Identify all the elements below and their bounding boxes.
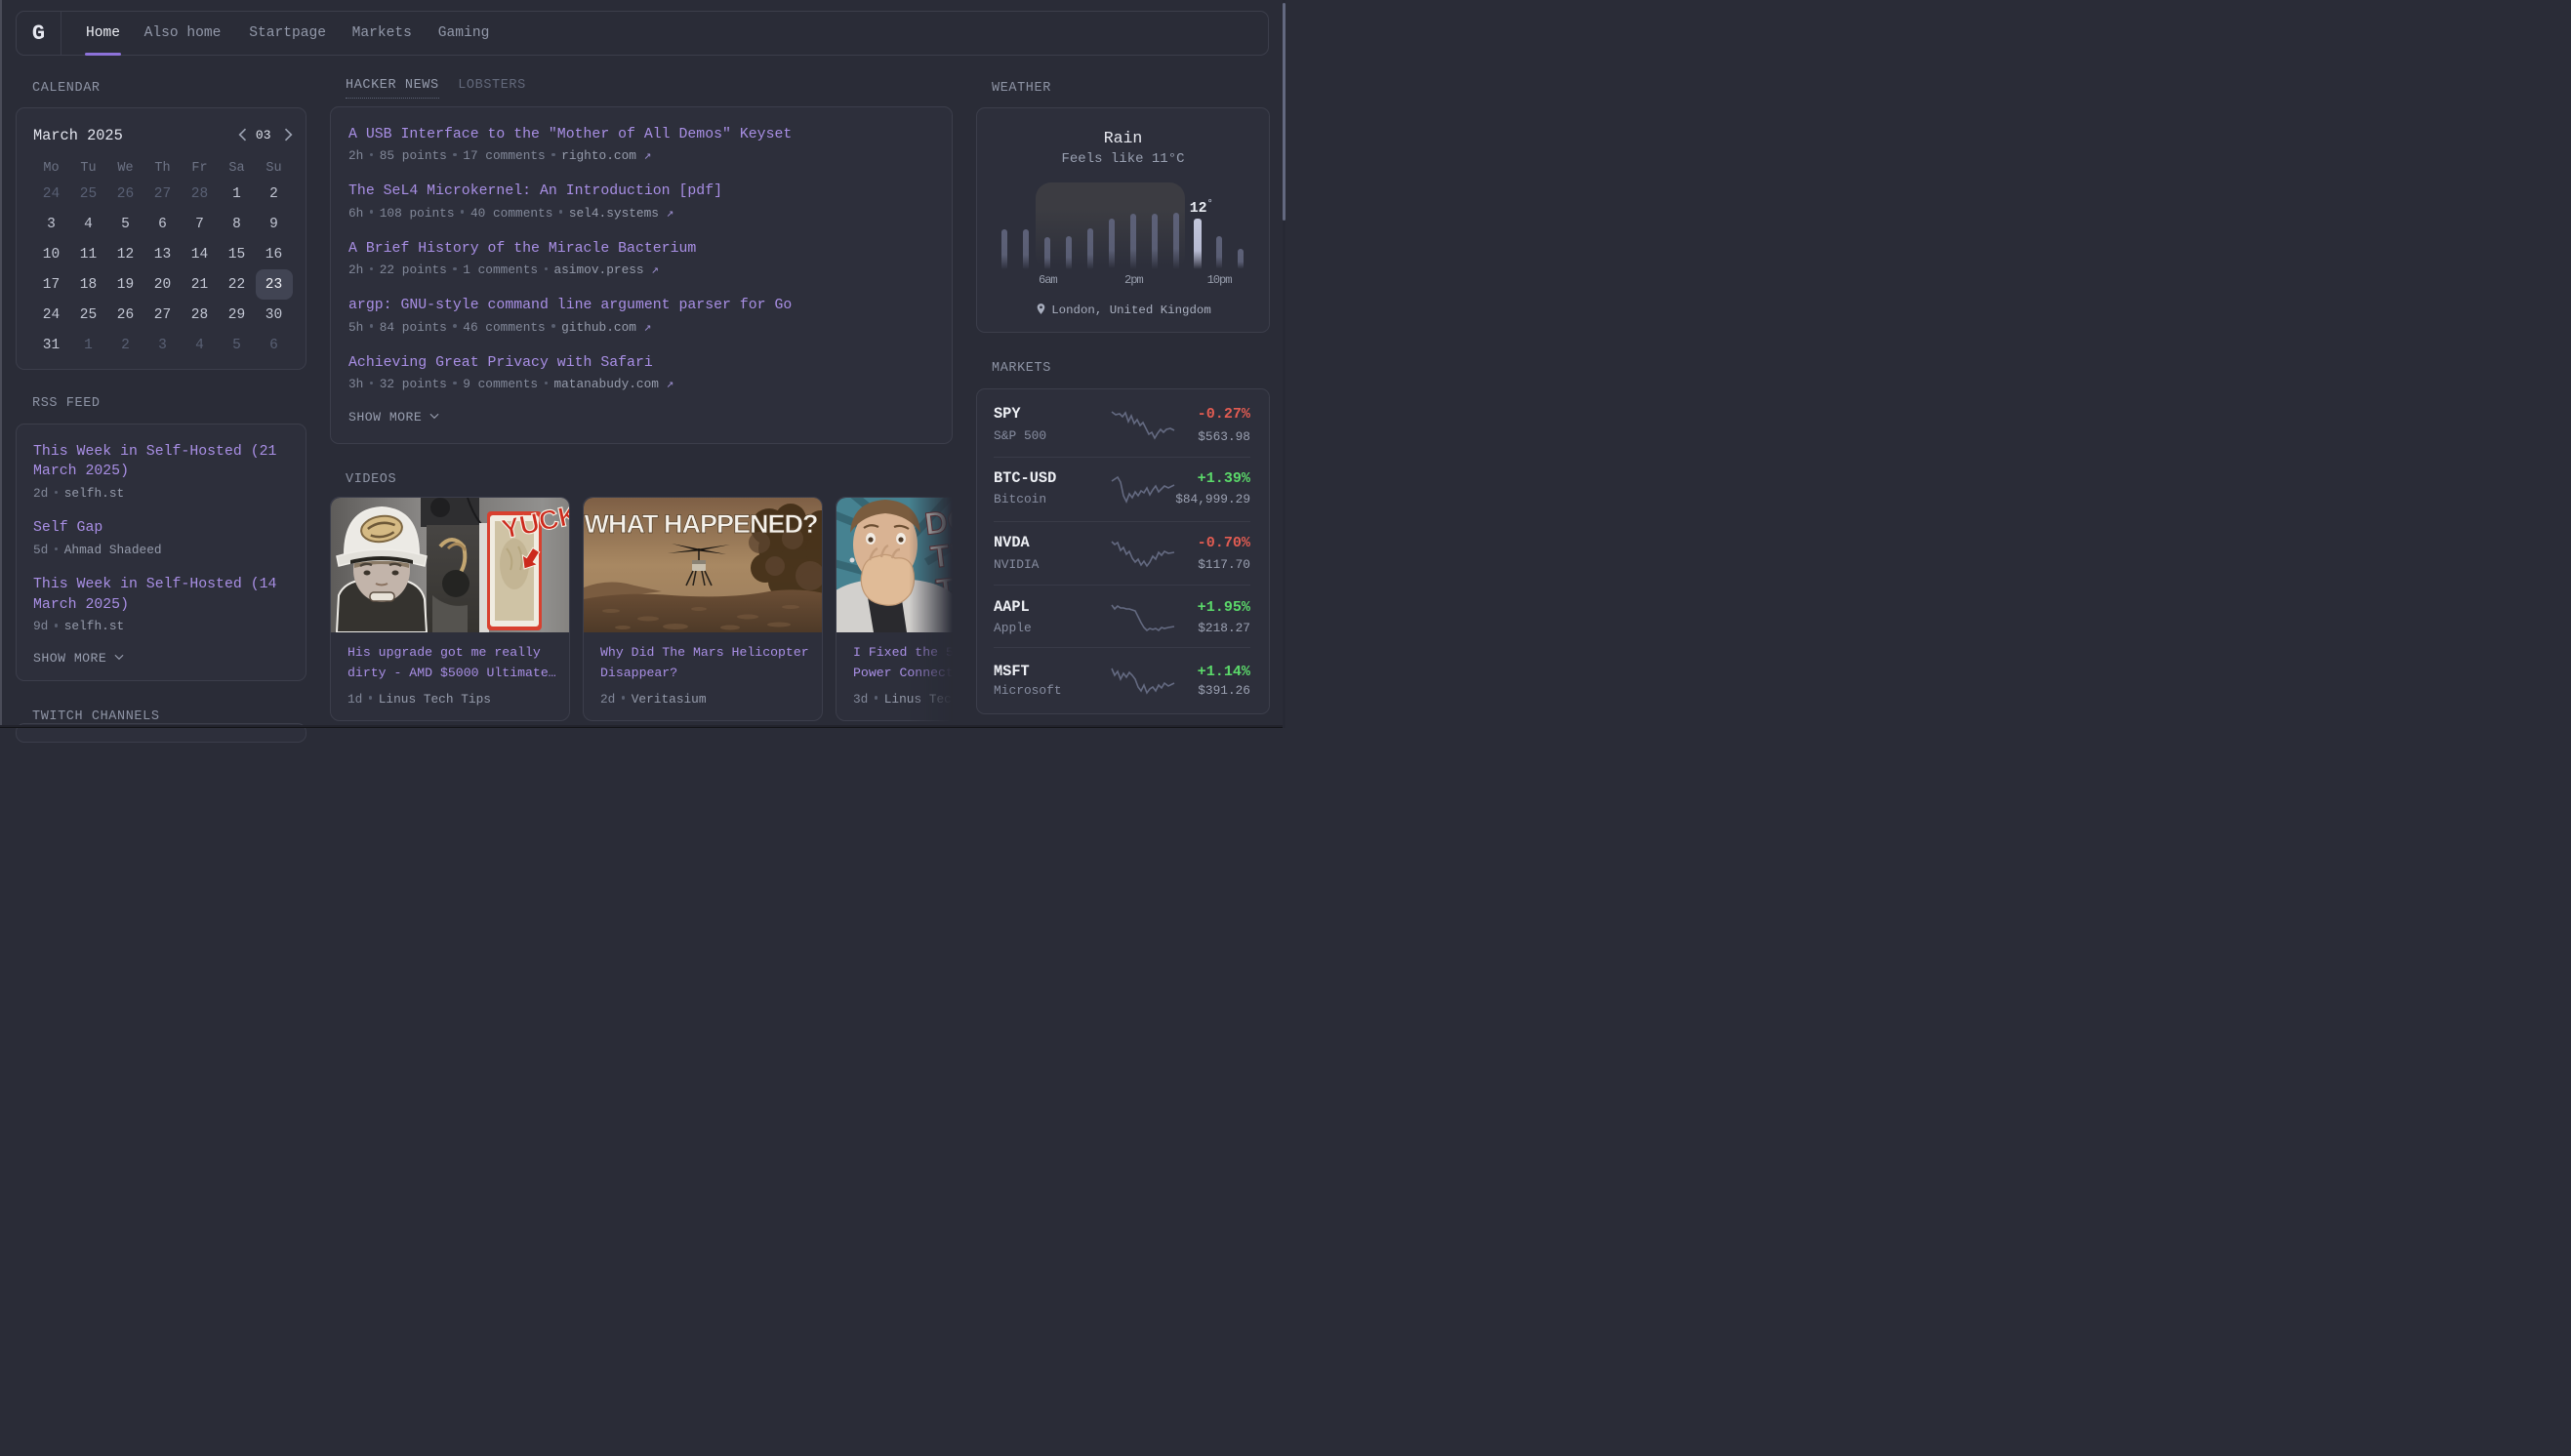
svg-text:DO: DO (922, 501, 952, 542)
svg-text:WHAT HAPPENED?: WHAT HAPPENED? (585, 509, 818, 539)
svg-text:TH: TH (928, 535, 952, 575)
